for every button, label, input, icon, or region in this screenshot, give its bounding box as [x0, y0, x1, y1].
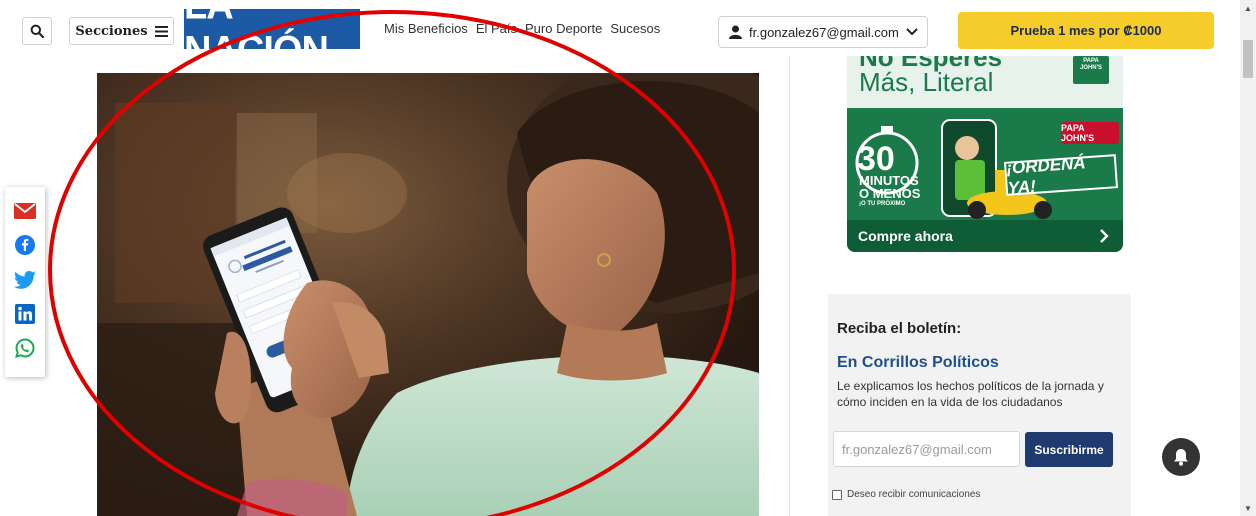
site-logo[interactable]: LA NACIÓN [184, 0, 360, 74]
communications-checkbox-label: Deseo recibir comunicaciones [847, 489, 981, 500]
share-twitter-button[interactable] [14, 269, 36, 291]
newsletter-heading: Reciba el boletín: [837, 320, 962, 337]
search-button[interactable] [22, 17, 52, 45]
share-linkedin-button[interactable] [14, 303, 36, 325]
sidebar-divider [789, 56, 790, 516]
subscribe-button[interactable]: Suscribirme [1025, 432, 1113, 467]
logo-text: LA NACIÓN [184, 0, 329, 74]
facebook-icon [15, 235, 35, 255]
ad-big-number: 30 [857, 140, 895, 178]
article-photo [97, 73, 759, 516]
share-bar [5, 187, 45, 377]
nav-link-puro-deporte[interactable]: Puro Deporte [525, 21, 602, 36]
email-icon [14, 203, 36, 219]
share-facebook-button[interactable] [14, 234, 36, 256]
scroll-up-arrow-icon[interactable]: ▲ [1240, 0, 1256, 16]
user-icon [729, 25, 742, 39]
account-email: fr.gonzalez67@gmail.com [749, 24, 899, 40]
newsletter-box: Reciba el boletín: En Corrillos Político… [828, 294, 1131, 516]
whatsapp-icon [15, 338, 35, 358]
account-menu[interactable]: fr.gonzalez67@gmail.com [718, 16, 928, 48]
chevron-down-icon [906, 28, 918, 36]
papa-johns-ad[interactable]: No Esperes Más, Literal PAPA JOHN'S PAPA… [847, 56, 1123, 252]
ad-headline-band: No Esperes Más, Literal PAPA JOHN'S [847, 56, 1123, 108]
main-nav: Mis Beneficios El País Puro Deporte Suce… [384, 21, 660, 36]
share-email-button[interactable] [14, 200, 36, 222]
scrollbar-thumb[interactable] [1243, 40, 1253, 78]
hamburger-icon [154, 25, 168, 37]
sections-menu-button[interactable]: Secciones [69, 17, 174, 45]
twitter-icon [14, 271, 36, 289]
newsletter-description: Le explicamos los hechos políticos de la… [837, 379, 1104, 409]
trial-subscription-button[interactable]: Prueba 1 mes por ₡1000 [958, 12, 1214, 49]
share-whatsapp-button[interactable] [14, 337, 36, 359]
site-header: Secciones LA NACIÓN Mis Beneficios El Pa… [0, 0, 1240, 74]
ad-small-text: ¡O TU PRÓXIMO [859, 201, 906, 207]
ad-ordena-badge: ¡ORDENÁ YA! [1003, 153, 1119, 198]
nav-link-sucesos[interactable]: Sucesos [610, 21, 660, 36]
ad-line-2: Más, Literal [859, 67, 994, 97]
photo-illustration [97, 73, 759, 516]
trial-label: Prueba 1 mes por ₡1000 [1010, 23, 1162, 38]
communications-checkbox[interactable] [832, 489, 842, 500]
linkedin-icon [15, 304, 35, 324]
search-icon [30, 24, 44, 38]
ad-cta-button[interactable]: Compre ahora [847, 220, 1123, 252]
communications-checkbox-row[interactable]: Deseo recibir comunicaciones [832, 489, 980, 500]
nav-link-mis-beneficios[interactable]: Mis Beneficios [384, 21, 468, 36]
sections-label: Secciones [75, 23, 148, 39]
ad-mini-logo: PAPA JOHN'S [1073, 56, 1109, 84]
notifications-button[interactable] [1162, 438, 1200, 476]
ad-cta-label: Compre ahora [858, 228, 953, 244]
nav-link-el-pais[interactable]: El País [476, 21, 517, 36]
chevron-right-icon [1100, 229, 1109, 243]
page-scrollbar[interactable]: ▲ ▼ [1240, 0, 1256, 516]
ad-brand-logo: PAPA JOHN'S [1061, 122, 1119, 144]
newsletter-title: En Corrillos Políticos [837, 354, 999, 371]
scroll-down-arrow-icon[interactable]: ▼ [1240, 500, 1256, 516]
bell-icon [1174, 449, 1188, 466]
ad-o-menos-text: O MENOS [859, 186, 921, 201]
newsletter-email-input[interactable] [833, 431, 1020, 467]
ad-mini-logo-text: PAPA JOHN'S [1079, 58, 1103, 71]
